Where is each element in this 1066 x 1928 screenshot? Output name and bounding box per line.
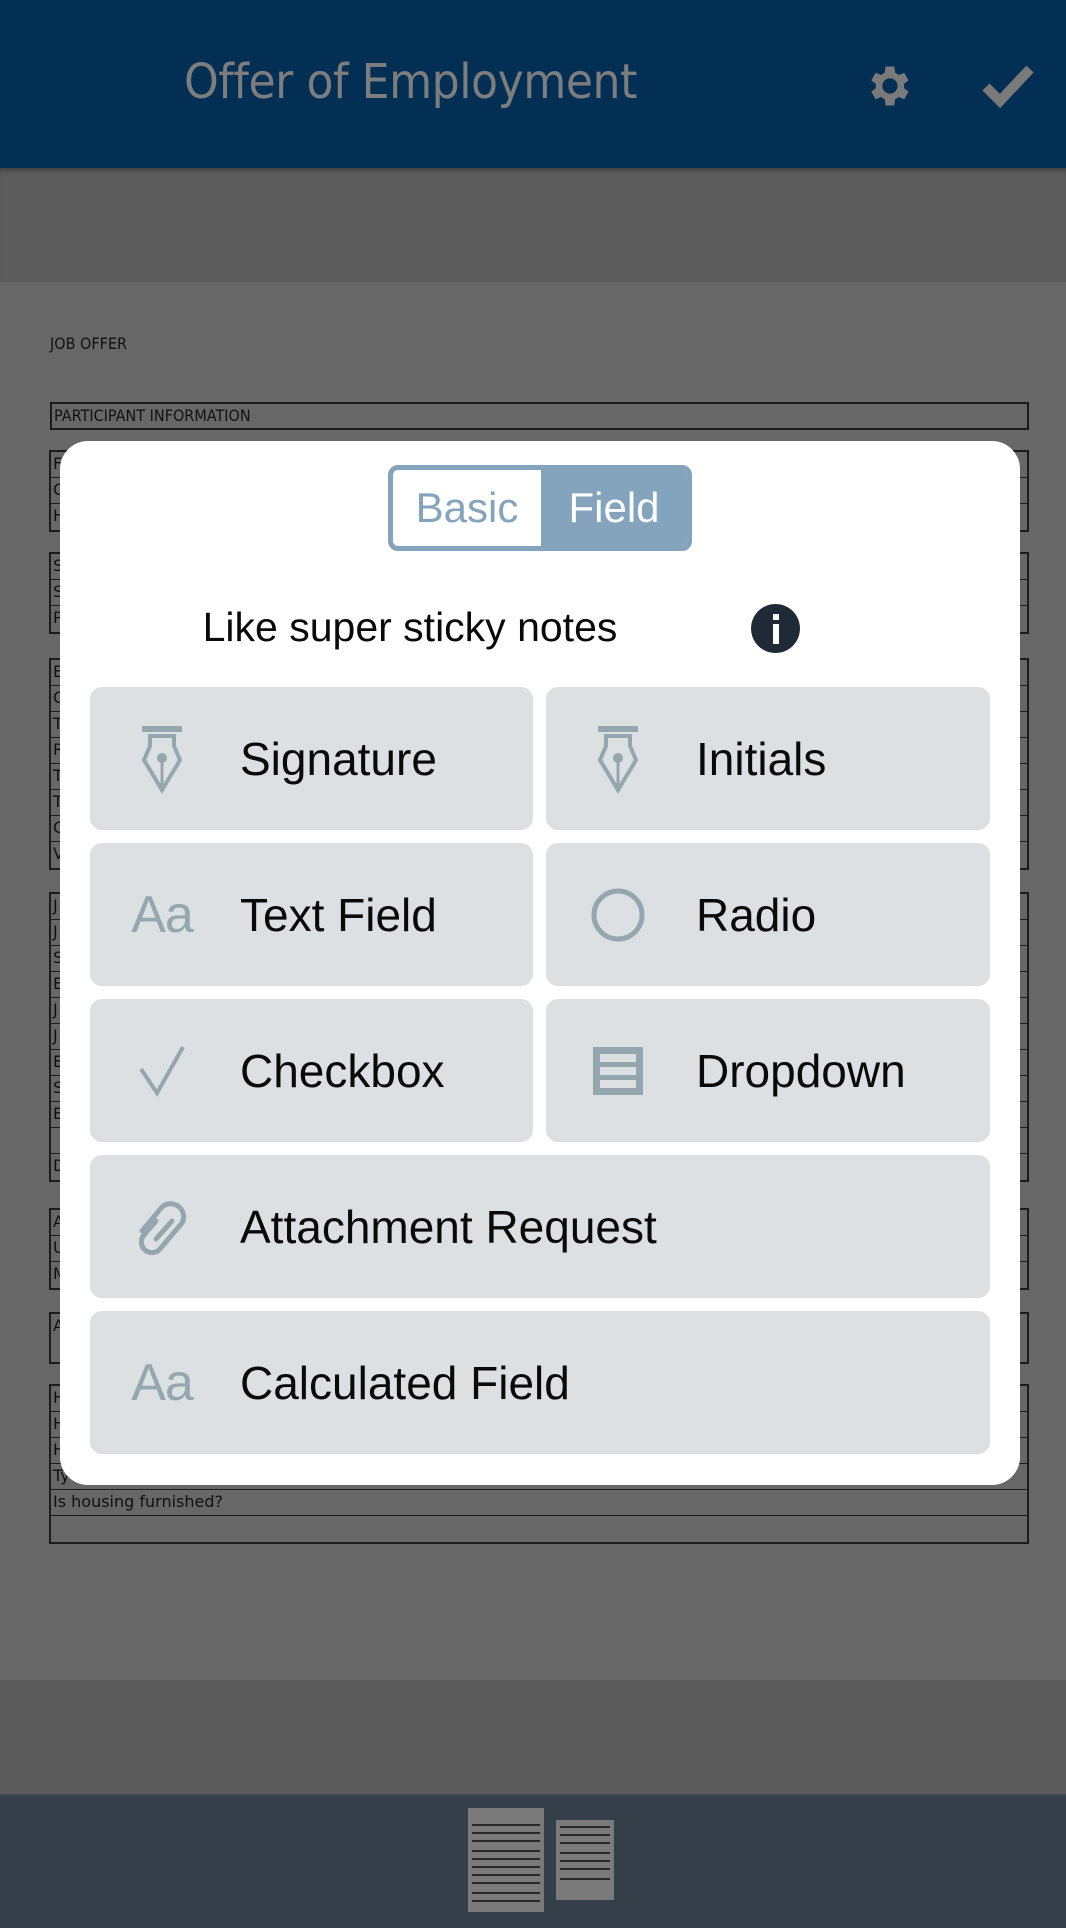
signature-field-button[interactable]: Signature [90,687,533,830]
text-aa-icon: Aa [131,885,194,944]
fountain-pen-icon [597,725,639,794]
done-button[interactable] [978,56,1038,116]
text-field-button[interactable]: Aa Text Field [90,843,533,986]
field-type-label: Signature [240,732,437,785]
fountain-pen-icon [141,725,183,794]
table-row[interactable]: Is housing furnished? [51,1490,1027,1516]
initials-field-button[interactable]: Initials [546,687,990,830]
info-icon [772,613,779,644]
app-header: Offer of Employment [0,0,1066,168]
info-button[interactable] [751,604,800,653]
document-bottom-spacer [0,1680,1066,1794]
radio-field-button[interactable]: Radio [546,843,990,986]
field-type-label: Initials [696,732,827,785]
modal-tagline: Like super sticky notes [202,604,618,650]
field-picker-modal: Basic Field Like super sticky notes Sign… [60,441,1020,1485]
attachment-request-button[interactable]: Attachment Request [90,1155,990,1298]
field-type-label: Attachment Request [240,1200,657,1253]
tab-field[interactable]: Field [541,470,687,546]
tab-basic[interactable]: Basic [393,470,541,546]
checkmark-icon [982,65,1034,109]
field-type-label: Text Field [240,888,437,941]
field-type-label: Radio [696,888,817,941]
field-type-label: Calculated Field [240,1356,570,1409]
settings-button[interactable] [858,56,918,116]
page-title: Offer of Employment [184,54,637,110]
table-row[interactable] [51,1516,1027,1542]
radio-circle-icon [591,888,645,941]
calculated-field-button[interactable]: Aa Calculated Field [90,1311,990,1454]
checkbox-field-button[interactable]: Checkbox [90,999,533,1142]
checkmark-icon [139,1045,185,1097]
toolbar-spacer [0,168,1066,282]
field-type-toggle: Basic Field [388,465,692,551]
gear-icon [871,66,909,106]
list-icon [593,1046,643,1095]
text-aa-icon: Aa [131,1353,194,1412]
field-type-label: Checkbox [240,1044,445,1097]
field-type-label: Dropdown [696,1044,906,1097]
page-thumbnail-1[interactable] [468,1808,544,1912]
dropdown-field-button[interactable]: Dropdown [546,999,990,1142]
page-thumbnail-2[interactable] [556,1820,614,1900]
section-header: PARTICIPANT INFORMATION [50,402,1029,430]
paperclip-icon [138,1200,187,1255]
document-title: JOB OFFER [50,334,128,353]
